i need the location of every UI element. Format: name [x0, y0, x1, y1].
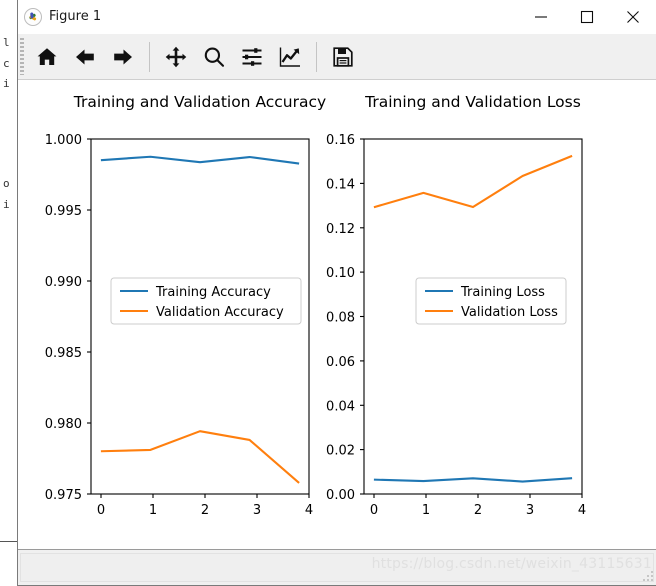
legend-label-training-loss: Training Loss — [460, 285, 545, 300]
ytick-label: 0.10 — [326, 266, 355, 281]
ytick-label: 0.14 — [326, 177, 355, 192]
axes-loss-legend[interactable]: Training Loss Validation Loss — [415, 277, 567, 325]
ytick-label: 0.04 — [326, 399, 355, 414]
xtick-label: 2 — [474, 503, 482, 518]
title-bar[interactable]: Figure 1 — [18, 0, 656, 34]
matplotlib-figure[interactable]: Training and Validation Accuracy 1.000 0… — [18, 80, 656, 549]
ytick-label: 0.16 — [326, 133, 355, 148]
subplots-button[interactable] — [233, 38, 271, 76]
figure-canvas[interactable]: Training and Validation Accuracy 1.000 0… — [18, 80, 656, 549]
ytick-label: 0.980 — [45, 417, 82, 432]
ytick-label: 1.000 — [45, 133, 82, 148]
xtick-label: 2 — [201, 503, 209, 518]
line-validation-loss — [373, 154, 573, 209]
back-button[interactable] — [66, 38, 104, 76]
ytick-label: 0.08 — [326, 311, 355, 326]
xtick-label: 1 — [422, 503, 430, 518]
ytick-label: 0.12 — [326, 222, 355, 237]
editor-bottom-divider — [0, 541, 18, 542]
axes-loss-xticks: 0 1 2 3 4 — [370, 494, 586, 518]
axes-accuracy-xticks: 0 1 2 3 4 — [97, 494, 313, 518]
ytick-label: 0.990 — [45, 275, 82, 290]
ytick-label: 0.02 — [326, 444, 355, 459]
axes-accuracy-title: Training and Validation Accuracy — [73, 93, 326, 111]
xtick-label: 3 — [526, 503, 534, 518]
home-button[interactable] — [28, 38, 66, 76]
ytick-label: 0.995 — [45, 204, 82, 219]
ytick-label: 0.975 — [45, 488, 82, 503]
gutter-char: o — [3, 177, 10, 190]
ytick-label: 0.00 — [326, 488, 355, 503]
xtick-label: 1 — [149, 503, 157, 518]
axes-loss[interactable]: Training and Validation Loss 0.16 0.14 0… — [326, 93, 586, 518]
xtick-label: 3 — [253, 503, 261, 518]
pan-button[interactable] — [157, 38, 195, 76]
xtick-label: 0 — [370, 503, 378, 518]
legend-label-training-accuracy: Training Accuracy — [155, 285, 271, 300]
gutter-char: c — [3, 57, 10, 70]
legend-label-validation-accuracy: Validation Accuracy — [156, 305, 284, 320]
ytick-label: 0.985 — [45, 346, 82, 361]
forward-button[interactable] — [104, 38, 142, 76]
figure-window: Figure 1 Training and Validation Accurac… — [17, 0, 656, 586]
toolbar-drag-grip[interactable] — [20, 38, 24, 75]
editor-gutter: l c i o i — [0, 0, 16, 586]
window-controls — [518, 0, 656, 33]
xtick-label: 0 — [97, 503, 105, 518]
gutter-char: i — [3, 198, 10, 211]
navigation-toolbar — [18, 34, 656, 80]
window-title: Figure 1 — [49, 9, 102, 24]
gutter-char: i — [3, 77, 10, 90]
gutter-char: l — [3, 36, 10, 49]
toolbar-separator — [316, 41, 317, 72]
matplotlib-icon — [24, 7, 42, 26]
line-validation-accuracy — [100, 430, 300, 484]
axis-edit-button[interactable] — [271, 38, 309, 76]
status-bar: https://blog.csdn.net/weixin_43115631 — [18, 549, 656, 585]
axes-accuracy-yticks: 1.000 0.995 0.990 0.985 0.980 0.975 — [45, 133, 91, 503]
watermark-text: https://blog.csdn.net/weixin_43115631 — [371, 556, 652, 572]
close-button[interactable] — [610, 0, 656, 33]
save-button[interactable] — [324, 38, 362, 76]
ytick-label: 0.06 — [326, 355, 355, 370]
xtick-label: 4 — [578, 503, 586, 518]
axes-loss-title: Training and Validation Loss — [364, 93, 581, 111]
xtick-label: 4 — [305, 503, 313, 518]
zoom-button[interactable] — [195, 38, 233, 76]
axes-accuracy[interactable]: Training and Validation Accuracy 1.000 0… — [45, 93, 326, 518]
minimize-button[interactable] — [518, 0, 564, 33]
legend-label-validation-loss: Validation Loss — [461, 305, 558, 320]
line-training-accuracy — [100, 155, 300, 165]
maximize-button[interactable] — [564, 0, 610, 33]
axes-loss-yticks: 0.16 0.14 0.12 0.10 0.08 0.06 0.04 0.02 … — [326, 133, 364, 503]
resize-grip[interactable] — [642, 571, 654, 583]
line-training-loss — [373, 477, 573, 483]
toolbar-separator — [149, 41, 150, 72]
axes-accuracy-legend[interactable]: Training Accuracy Validation Accuracy — [110, 277, 302, 325]
